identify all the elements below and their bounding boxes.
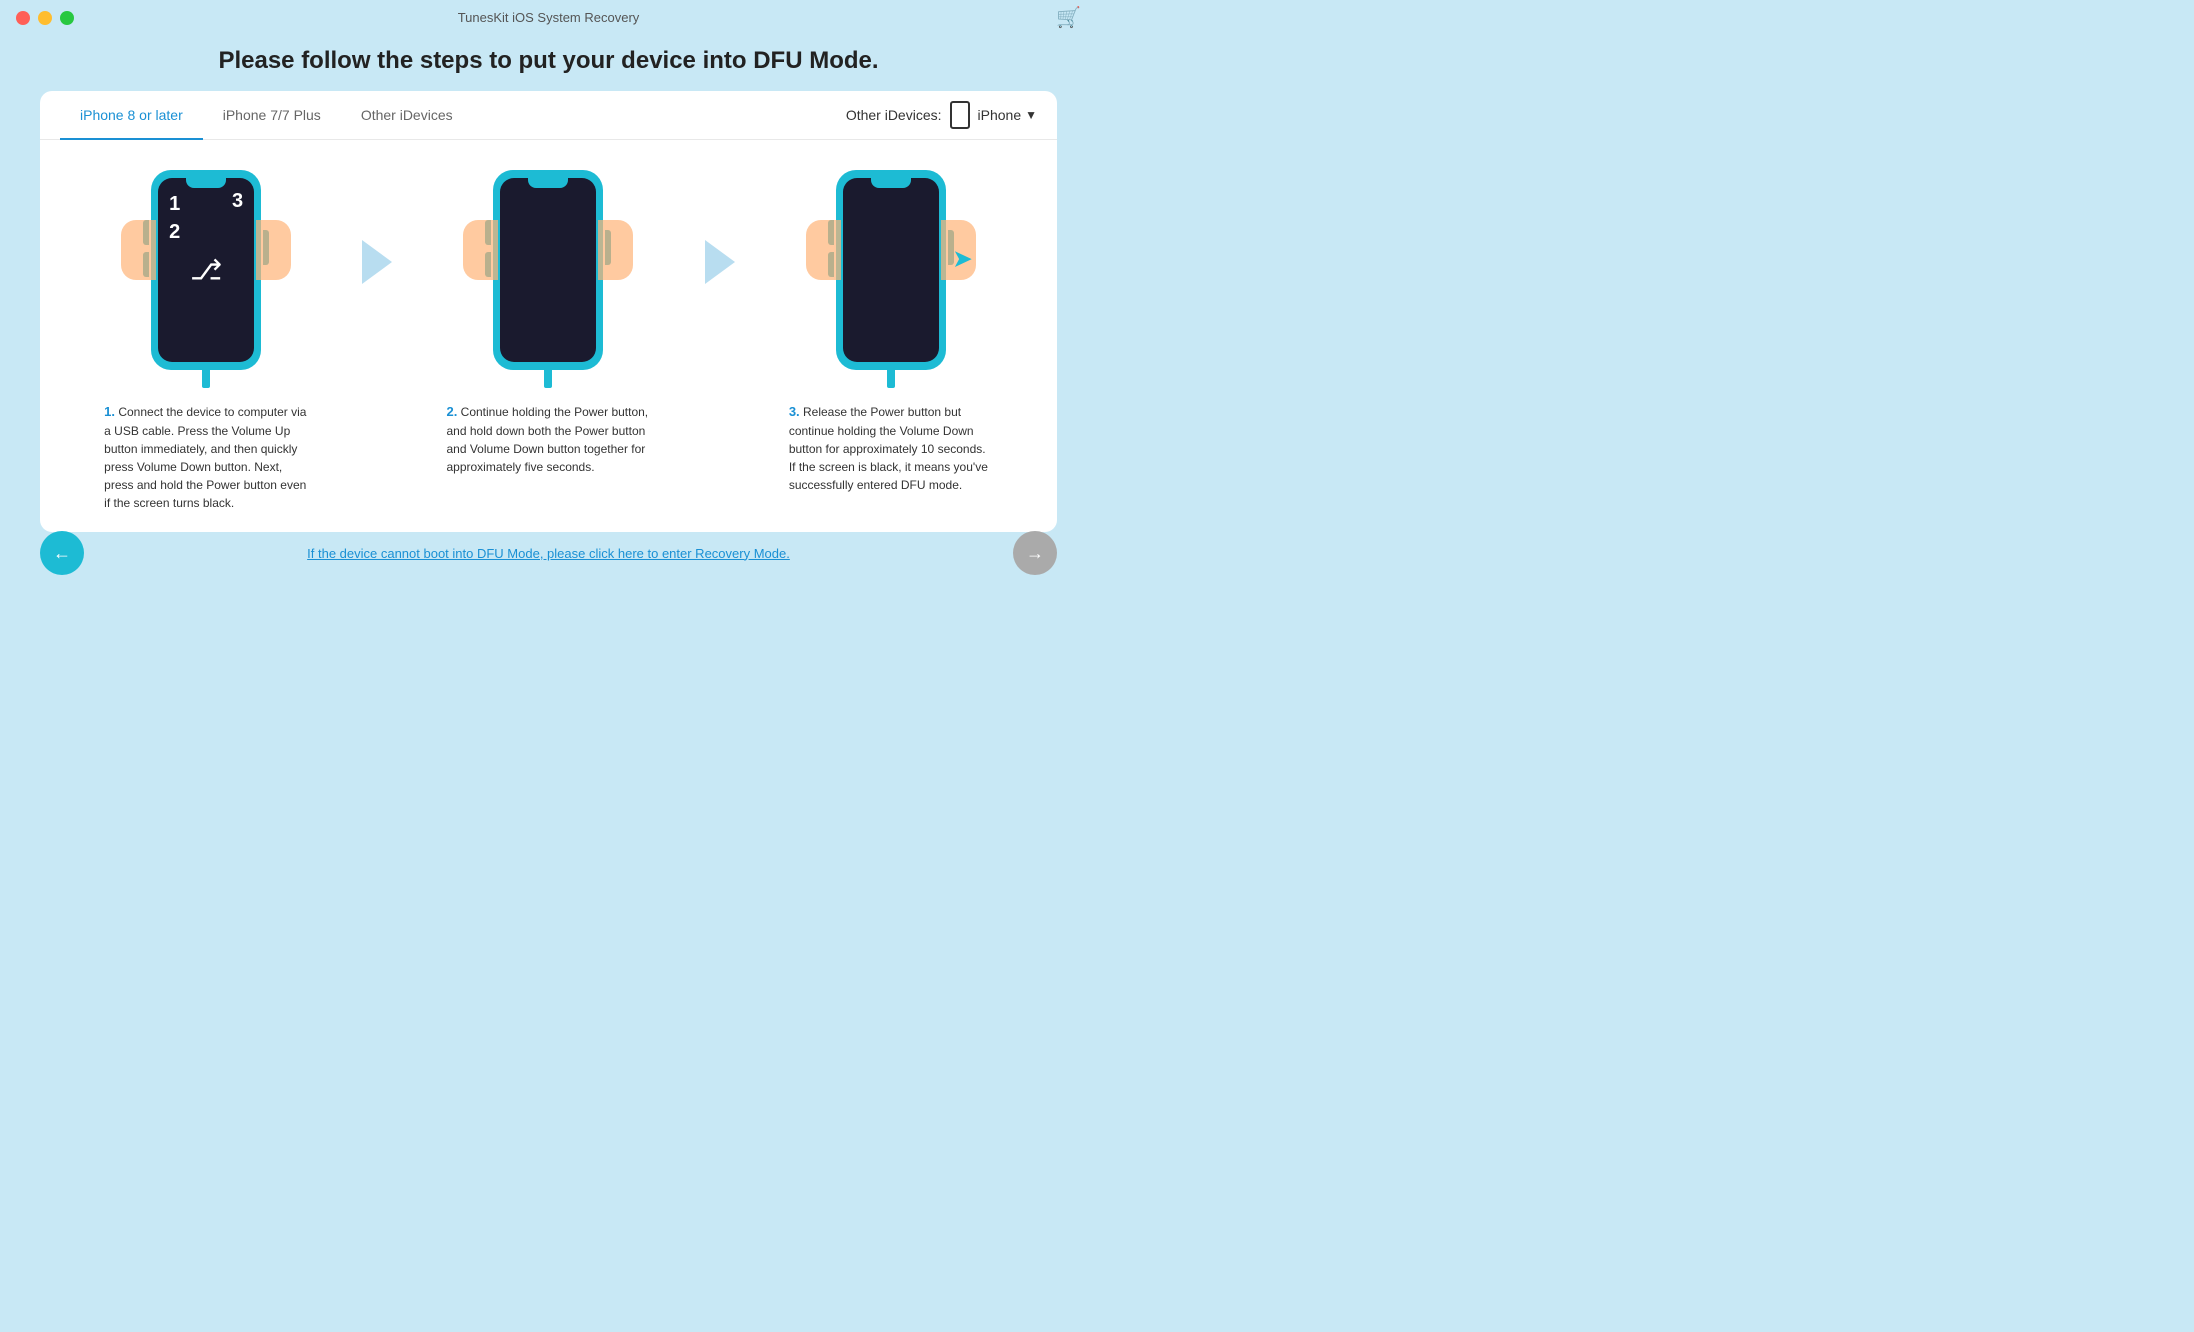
back-button[interactable]: ← — [40, 531, 84, 575]
step-2: 2. Continue holding the Power button, an… — [402, 160, 694, 476]
chevron-down-icon: ▼ — [1025, 108, 1037, 122]
phone-body-1: 12 3 ⎇ — [151, 170, 261, 370]
phone-cable-1 — [202, 368, 210, 388]
phone-illustration-2 — [468, 160, 628, 390]
cart-icon[interactable]: 🛒 — [1056, 5, 1081, 30]
recovery-mode-link[interactable]: If the device cannot boot into DFU Mode,… — [307, 546, 790, 561]
phone-notch-2 — [528, 178, 568, 188]
exit-arrow-icon: ➤ — [953, 246, 971, 272]
window-controls — [16, 11, 74, 25]
tab-other[interactable]: Other iDevices — [341, 91, 473, 139]
step-3: ➤ 3. Release the Power button but contin… — [745, 160, 1037, 494]
phone-notch-1 — [186, 178, 226, 188]
phone-notch-3 — [871, 178, 911, 188]
finger-right-1 — [256, 220, 291, 280]
device-selector[interactable]: iPhone ▼ — [978, 107, 1037, 123]
step-number-3-overlay: 3 — [232, 190, 243, 213]
phone-body-3: ➤ — [836, 170, 946, 370]
maximize-button[interactable] — [60, 11, 74, 25]
device-selector-label: iPhone — [978, 107, 1022, 123]
other-devices-label: Other iDevices: — [846, 107, 942, 123]
tab-iphone8[interactable]: iPhone 8 or later — [60, 91, 203, 139]
usb-icon: ⎇ — [190, 254, 222, 287]
step-1: 12 3 ⎇ 1. Connect the device to computer… — [60, 160, 352, 512]
finger-left-2 — [463, 220, 498, 280]
bottom-bar: ← If the device cannot boot into DFU Mod… — [0, 532, 1097, 575]
arrow-1 — [352, 160, 402, 324]
phone-cable-2 — [544, 368, 552, 388]
close-button[interactable] — [16, 11, 30, 25]
step-1-text: Connect the device to computer via a USB… — [104, 405, 306, 510]
other-devices-section: Other iDevices: iPhone ▼ — [846, 101, 1037, 129]
step-2-number: 2. — [446, 404, 457, 419]
content-card: iPhone 8 or later iPhone 7/7 Plus Other … — [40, 91, 1057, 532]
step-3-text: Release the Power button but continue ho… — [789, 405, 988, 492]
step-1-number: 1. — [104, 404, 115, 419]
phone-illustration-1: 12 3 ⎇ — [126, 160, 286, 390]
device-icon — [950, 101, 970, 129]
step-2-text: Continue holding the Power button, and h… — [446, 405, 648, 474]
phone-screen-3 — [843, 178, 939, 362]
page-heading: Please follow the steps to put your devi… — [0, 35, 1097, 91]
tab-iphone7[interactable]: iPhone 7/7 Plus — [203, 91, 341, 139]
step-3-number: 3. — [789, 404, 800, 419]
right-arrow-icon — [362, 240, 392, 284]
arrow-2 — [695, 160, 745, 324]
phone-screen-2 — [500, 178, 596, 362]
step-2-desc: 2. Continue holding the Power button, an… — [438, 402, 658, 476]
finger-left-1 — [121, 220, 156, 280]
minimize-button[interactable] — [38, 11, 52, 25]
title-bar: TunesKit iOS System Recovery 🛒 — [0, 0, 1097, 35]
step-1-desc: 1. Connect the device to computer via a … — [96, 402, 316, 512]
step-3-desc: 3. Release the Power button but continue… — [781, 402, 1001, 494]
right-arrow-icon-2 — [705, 240, 735, 284]
tabs-bar: iPhone 8 or later iPhone 7/7 Plus Other … — [40, 91, 1057, 140]
steps-container: 12 3 ⎇ 1. Connect the device to computer… — [40, 140, 1057, 532]
finger-right-2 — [598, 220, 633, 280]
finger-left-3 — [806, 220, 841, 280]
phone-body-2 — [493, 170, 603, 370]
app-title: TunesKit iOS System Recovery — [458, 10, 640, 25]
phone-illustration-3: ➤ — [811, 160, 971, 390]
next-button[interactable]: → — [1013, 531, 1057, 575]
phone-cable-3 — [887, 368, 895, 388]
step-numbers-1: 12 — [169, 190, 180, 246]
